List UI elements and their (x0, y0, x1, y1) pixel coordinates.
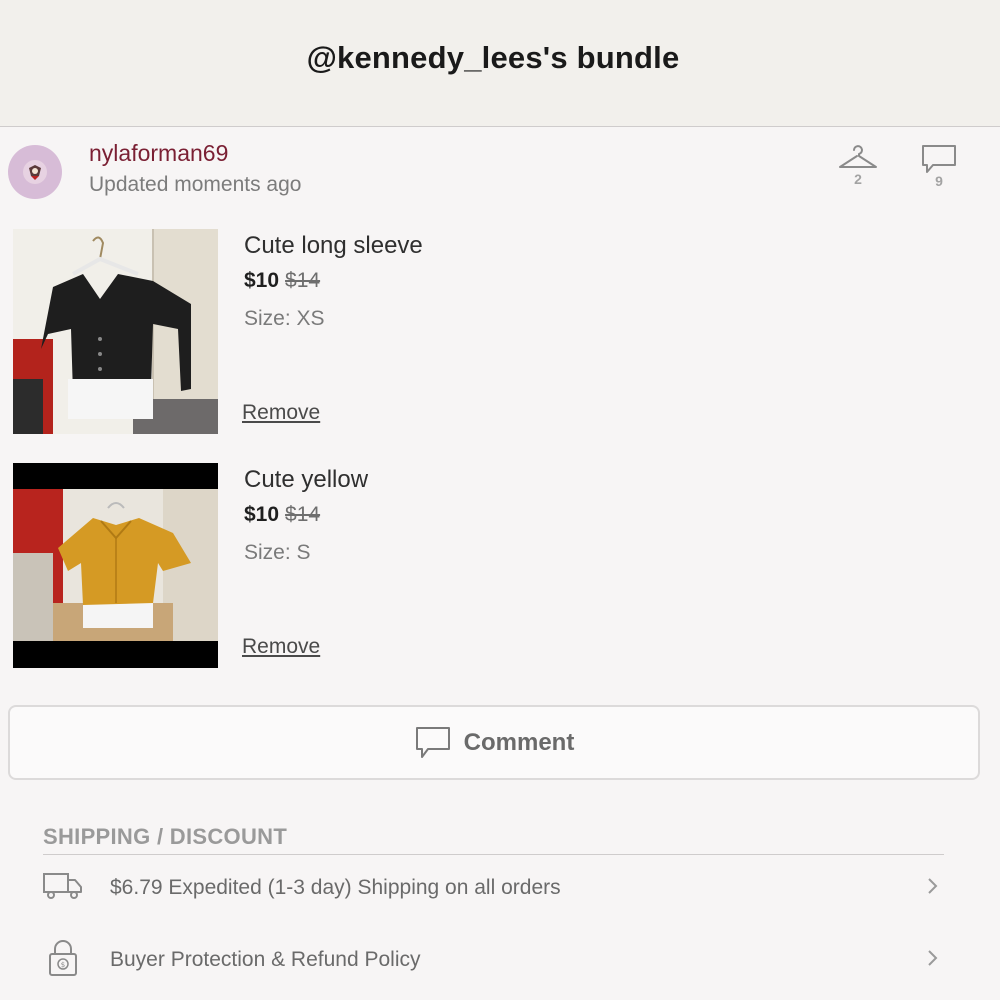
chevron-right-icon (924, 948, 940, 973)
likes-count: 2 (854, 171, 862, 187)
shipping-info-row[interactable]: $6.79 Expedited (1-3 day) Shipping on al… (0, 863, 1000, 913)
seller-row: nylaforman69 Updated moments ago 2 9 (0, 127, 1000, 217)
item-price-row: $10 $14 (244, 269, 320, 293)
chevron-right-icon (924, 876, 940, 901)
remove-item-button[interactable]: Remove (242, 401, 320, 425)
lock-icon: $ (42, 938, 84, 983)
comment-button[interactable]: Comment (8, 705, 980, 780)
item-title[interactable]: Cute yellow (244, 466, 368, 494)
truck-icon (42, 870, 84, 907)
comments-count: 9 (935, 173, 943, 189)
item-original-price: $14 (285, 503, 321, 526)
item-price-row: $10 $14 (244, 503, 320, 527)
seller-username[interactable]: nylaforman69 (89, 140, 228, 167)
comment-bubble-icon (415, 726, 450, 758)
item-thumbnail[interactable] (13, 463, 218, 668)
item-title[interactable]: Cute long sleeve (244, 232, 423, 260)
shipping-info-text: $6.79 Expedited (1-3 day) Shipping on al… (110, 876, 561, 899)
bundle-item: Cute long sleeve $10 $14 Size: XS Remove (0, 229, 1000, 434)
hanger-icon (839, 145, 877, 168)
divider (43, 854, 944, 855)
buyer-protection-row[interactable]: $ Buyer Protection & Refund Policy (0, 935, 1000, 985)
yellow-top-photo (13, 463, 218, 668)
likes-stat[interactable]: 2 (836, 143, 880, 187)
page-header: @kennedy_lees's bundle (0, 0, 1000, 127)
shipping-section-title: SHIPPING / DISCOUNT (43, 824, 288, 849)
item-original-price: $14 (285, 269, 321, 292)
page-title: @kennedy_lees's bundle (306, 40, 680, 75)
comment-button-label: Comment (463, 728, 575, 756)
item-price: $10 (244, 269, 280, 292)
item-size: Size: S (244, 541, 311, 564)
black-sweater-photo (13, 229, 218, 434)
bundle-item: Cute yellow $10 $14 Size: S Remove (0, 463, 1000, 668)
item-price: $10 (244, 503, 280, 526)
comment-bubble-icon (922, 145, 956, 173)
updated-timestamp: Updated moments ago (89, 173, 302, 196)
svg-text:$: $ (61, 961, 65, 969)
remove-item-button[interactable]: Remove (242, 635, 320, 659)
avatar[interactable] (8, 145, 62, 199)
comments-stat[interactable]: 9 (917, 143, 961, 189)
item-size: Size: XS (244, 307, 325, 330)
buyer-protection-text: Buyer Protection & Refund Policy (110, 948, 421, 971)
avatar-image-icon (23, 160, 47, 184)
item-thumbnail[interactable] (13, 229, 218, 434)
